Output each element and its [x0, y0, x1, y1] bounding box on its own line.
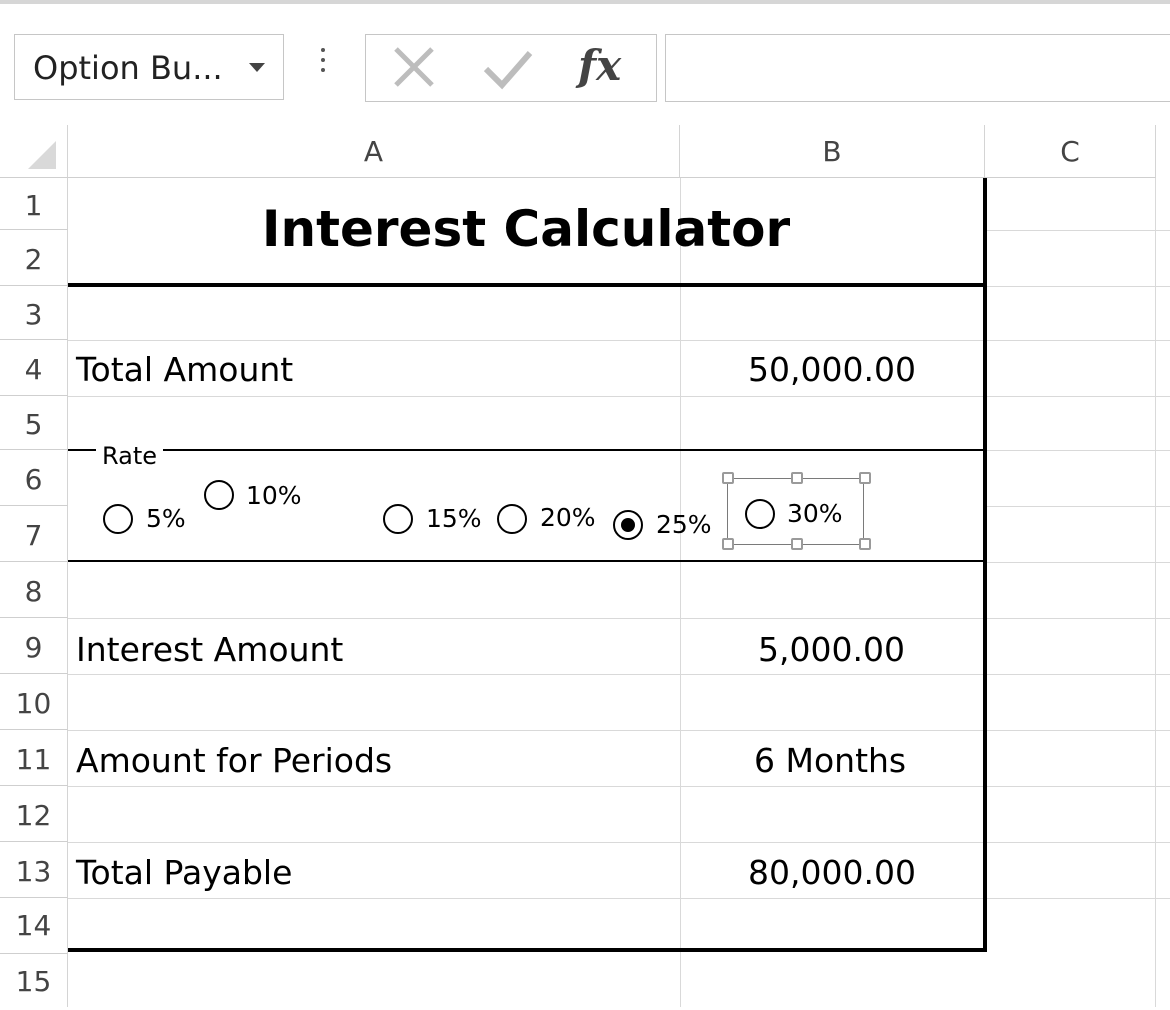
total-amount-label: Total Amount	[76, 350, 294, 389]
cancel-icon[interactable]	[386, 43, 446, 93]
radio-label-10-percent[interactable]: 10%	[246, 481, 302, 510]
interest-amount-label: Interest Amount	[76, 630, 344, 669]
column-header-b[interactable]: B	[680, 125, 985, 178]
gridline	[68, 730, 1170, 731]
radio-label-30-percent[interactable]: 30%	[787, 499, 843, 528]
gridline	[985, 230, 1170, 231]
total-payable-label: Total Payable	[76, 853, 293, 892]
radio-20-percent[interactable]	[497, 504, 527, 534]
row-header-3[interactable]: 3	[0, 286, 68, 340]
row-header-9[interactable]: 9	[0, 618, 68, 674]
radio-5-percent[interactable]	[103, 504, 133, 534]
row-header-4[interactable]: 4	[0, 340, 68, 396]
table-border	[983, 178, 987, 952]
name-box-dropdown-icon[interactable]	[249, 63, 265, 72]
formula-toolbar: Option Bu... fx	[0, 0, 1170, 125]
sheet-title: Interest Calculator	[261, 200, 791, 258]
resize-handle[interactable]	[791, 538, 803, 550]
row-header-6[interactable]: 6	[0, 450, 68, 506]
gridline	[680, 178, 681, 1007]
gridline	[68, 786, 1170, 787]
table-border	[68, 283, 985, 287]
row-header-14[interactable]: 14	[0, 898, 68, 954]
column-header-c[interactable]: C	[985, 125, 1156, 178]
check-icon[interactable]	[478, 43, 538, 93]
formula-input[interactable]	[665, 34, 1170, 102]
resize-handle[interactable]	[722, 472, 734, 484]
gridline	[68, 340, 1170, 341]
total-amount-value: 50,000.00	[748, 350, 916, 389]
name-box-value: Option Bu...	[33, 49, 223, 87]
gridline	[1155, 178, 1156, 1007]
row-header-8[interactable]: 8	[0, 562, 68, 618]
row-header-10[interactable]: 10	[0, 674, 68, 730]
interest-amount-value: 5,000.00	[758, 630, 905, 669]
formula-buttons: fx	[365, 34, 657, 102]
select-all-corner[interactable]	[0, 125, 68, 178]
resize-handle[interactable]	[859, 538, 871, 550]
row-header-13[interactable]: 13	[0, 842, 68, 898]
row-header-15[interactable]: 15	[0, 954, 68, 1007]
more-options-icon[interactable]	[318, 48, 328, 88]
group-border	[68, 449, 985, 451]
gridline	[68, 842, 1170, 843]
radio-30-percent[interactable]	[745, 499, 775, 529]
total-payable-value: 80,000.00	[748, 853, 916, 892]
radio-label-5-percent[interactable]: 5%	[146, 504, 186, 533]
insert-function-icon[interactable]: fx	[574, 41, 634, 93]
gridline	[985, 450, 1170, 451]
periods-value: 6 Months	[754, 741, 907, 780]
gridline	[68, 396, 1170, 397]
column-header-a[interactable]: A	[68, 125, 680, 178]
resize-handle[interactable]	[859, 472, 871, 484]
gridline	[68, 898, 1170, 899]
radio-10-percent[interactable]	[204, 480, 234, 510]
gridline	[985, 506, 1170, 507]
radio-label-25-percent[interactable]: 25%	[656, 510, 712, 539]
gridline	[985, 286, 1170, 287]
row-header-11[interactable]: 11	[0, 730, 68, 786]
row-header-7[interactable]: 7	[0, 506, 68, 562]
rate-group-label: Rate	[96, 442, 164, 470]
resize-handle[interactable]	[791, 472, 803, 484]
table-border	[68, 948, 985, 952]
gridline	[985, 562, 1170, 563]
gridline	[68, 618, 1170, 619]
row-header-12[interactable]: 12	[0, 786, 68, 842]
periods-label: Amount for Periods	[76, 741, 393, 780]
gridline	[68, 674, 1170, 675]
radio-selected-dot	[621, 518, 635, 532]
row-header-1[interactable]: 1	[0, 178, 68, 230]
row-header-2[interactable]: 2	[0, 230, 68, 286]
resize-handle[interactable]	[722, 538, 734, 550]
radio-label-20-percent[interactable]: 20%	[540, 503, 596, 532]
name-box[interactable]: Option Bu...	[14, 34, 284, 100]
row-header-5[interactable]: 5	[0, 396, 68, 450]
fx-label: fx	[578, 41, 622, 90]
radio-25-percent[interactable]	[613, 510, 643, 540]
radio-15-percent[interactable]	[383, 504, 413, 534]
radio-label-15-percent[interactable]: 15%	[426, 504, 482, 533]
group-border	[68, 560, 985, 562]
